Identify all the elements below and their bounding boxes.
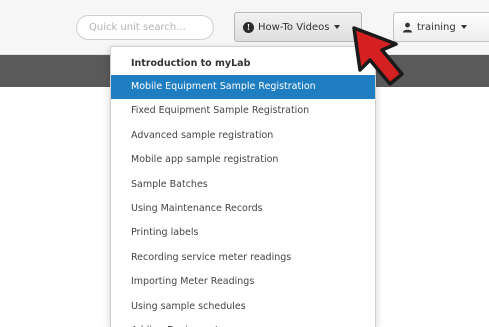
menu-item-importing-meter-readings[interactable]: Importing Meter Readings [111, 270, 375, 294]
menu-item-mobile-equipment-sample-registration[interactable]: Mobile Equipment Sample Registration [111, 75, 375, 100]
chevron-down-icon [460, 25, 467, 29]
menu-item-using-maintenance-records[interactable]: Using Maintenance Records [111, 197, 375, 221]
user-name-label: training [417, 21, 456, 33]
menu-item-mobile-app-sample-registration[interactable]: Mobile app sample registration [111, 148, 375, 172]
menu-section-header: Introduction to myLab [131, 58, 251, 69]
menu-item-adding-equipment[interactable]: Adding Equipment [111, 319, 375, 327]
menu-item-sample-batches[interactable]: Sample Batches [111, 173, 375, 197]
info-circle-icon: ! [243, 21, 254, 33]
how-to-videos-label: How-To Videos [258, 21, 330, 33]
how-to-videos-dropdown: Introduction to myLab Mobile Equipment S… [110, 46, 376, 327]
menu-item-printing-labels[interactable]: Printing labels [111, 221, 375, 245]
menu-item-recording-service-meter-readings[interactable]: Recording service meter readings [111, 246, 375, 270]
quick-unit-search-input[interactable] [76, 15, 214, 40]
menu-item-fixed-equipment-sample-registration[interactable]: Fixed Equipment Sample Registration [111, 99, 375, 123]
red-arrow-cursor-icon [352, 26, 404, 86]
menu-item-advanced-sample-registration[interactable]: Advanced sample registration [111, 124, 375, 148]
menu-item-using-sample-schedules[interactable]: Using sample schedules [111, 295, 375, 319]
